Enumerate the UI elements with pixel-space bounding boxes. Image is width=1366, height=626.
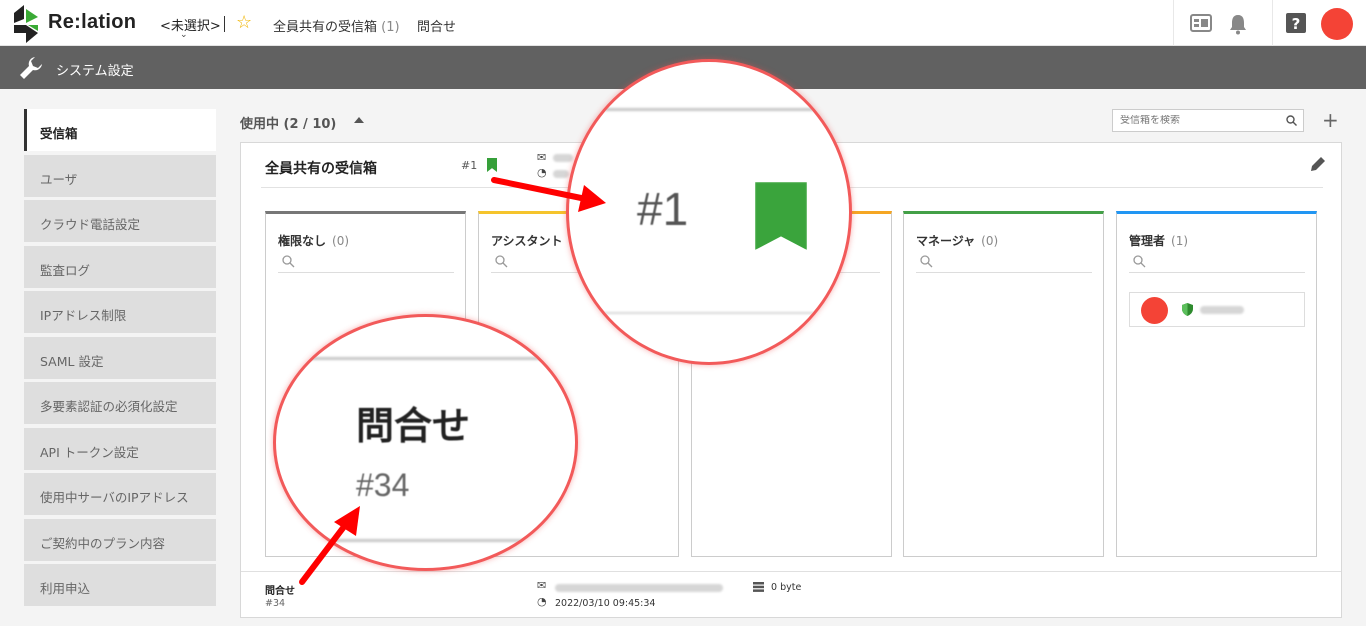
zoomed-inbox-number: #34 — [356, 467, 410, 503]
favorite-label: 問合せ — [417, 20, 457, 35]
search-icon — [495, 255, 508, 268]
sidebar-item-plan[interactable]: ご契約中のプラン内容 — [24, 518, 216, 561]
collapse-caret-icon[interactable] — [354, 117, 364, 123]
help-icon: ? — [1286, 13, 1306, 33]
logo-text[interactable]: Re:lation — [48, 11, 136, 34]
storage-size: 0 byte — [771, 582, 802, 593]
divider — [224, 16, 225, 32]
inbox-number: #34 — [265, 598, 286, 609]
zoom-divider — [569, 312, 849, 314]
role-search-field[interactable] — [278, 252, 454, 273]
relation-logo-icon — [14, 5, 38, 43]
blurred-email — [553, 154, 573, 162]
sidebar-item-mfa[interactable]: 多要素認証の必須化設定 — [24, 382, 216, 424]
sidebar-item-cloud-phone[interactable]: クラウド電話設定 — [24, 200, 216, 242]
role-column-admin: 管理者 (1) — [1116, 211, 1317, 557]
inbox-search-input[interactable] — [1120, 115, 1280, 126]
add-inbox-button[interactable]: + — [1322, 108, 1339, 132]
sidebar-item-api-token[interactable]: API トークン設定 — [24, 427, 216, 470]
role-search-field[interactable] — [916, 252, 1092, 273]
search-icon — [1133, 255, 1146, 268]
search-icon[interactable] — [1286, 115, 1297, 126]
sidebar-item-server-ip[interactable]: 使用中サーバのIPアドレス — [24, 473, 216, 515]
blurred-email — [555, 584, 723, 592]
wrench-icon — [20, 57, 42, 79]
sidebar-item-saml[interactable]: SAML 設定 — [24, 336, 216, 379]
widget-button[interactable] — [1173, 0, 1217, 46]
arrow-right-icon — [491, 177, 606, 212]
search-icon — [282, 255, 295, 268]
zoom-callout-number: #1 — [566, 59, 852, 365]
zoom-divider — [276, 357, 575, 360]
role-search-field[interactable] — [1129, 252, 1305, 273]
page-title: システム設定 — [56, 64, 134, 79]
role-name: 権限なし — [278, 234, 327, 248]
clock-icon: ◔ — [537, 595, 547, 608]
storage-icon — [753, 582, 764, 592]
edit-pencil-icon[interactable] — [1309, 155, 1327, 173]
favorite-count: (1) — [381, 20, 400, 35]
svg-text:?: ? — [1292, 15, 1301, 33]
inbox-title[interactable]: 問合せ — [265, 582, 295, 597]
mail-icon: ✉ — [537, 151, 547, 164]
member-card[interactable] — [1129, 292, 1305, 327]
role-name: 管理者 — [1129, 234, 1166, 248]
inbox-row-inquiry[interactable]: 問合せ #34 ✉ ◔ 2022/03/10 09:45:34 0 byte — [241, 571, 1341, 618]
inbox-search[interactable] — [1112, 109, 1304, 132]
sidebar-item-ip-restriction[interactable]: IPアドレス制限 — [24, 291, 216, 333]
settings-sidebar: 受信箱 ユーザ クラウド電話設定 監査ログ IPアドレス制限 SAML 設定 多… — [24, 109, 216, 610]
inbox-selector[interactable]: <未選択> — [160, 15, 221, 34]
favorite-inbox-all[interactable]: 全員共有の受信箱 (1) — [273, 16, 400, 35]
sidebar-item-users[interactable]: ユーザ — [24, 154, 216, 197]
user-avatar[interactable] — [1321, 8, 1353, 40]
bell-icon[interactable] — [1228, 13, 1248, 35]
role-count: (0) — [332, 234, 350, 248]
blurred-member-name — [1200, 306, 1244, 314]
mail-icon: ✉ — [537, 579, 547, 592]
sidebar-item-audit-log[interactable]: 監査ログ — [24, 245, 216, 288]
shield-icon — [1182, 303, 1193, 316]
role-name: アシスタント — [491, 234, 563, 248]
top-bar: Re:lation <未選択> ⌄ ☆ 全員共有の受信箱 (1) 問合せ ? — [0, 0, 1366, 46]
widget-icon — [1190, 14, 1212, 32]
zoomed-bookmark-icon — [755, 182, 807, 250]
avatar — [1141, 297, 1168, 324]
favorite-label: 全員共有の受信箱 — [273, 20, 378, 35]
zoom-divider — [569, 108, 849, 111]
search-icon — [920, 255, 933, 268]
bookmark-icon — [487, 158, 497, 172]
role-count: (0) — [981, 234, 999, 248]
role-name: マネージャ — [916, 234, 976, 248]
inbox-number: #1 — [461, 159, 478, 172]
chevron-down-icon[interactable]: ⌄ — [180, 30, 188, 40]
sidebar-item-inbox[interactable]: 受信箱 — [24, 109, 216, 151]
role-count: (1) — [1171, 234, 1189, 248]
in-use-count: 使用中 (2 / 10) — [240, 117, 337, 132]
star-icon[interactable]: ☆ — [236, 12, 252, 33]
zoomed-inbox-title: 問合せ — [356, 404, 471, 448]
inbox-title[interactable]: 全員共有の受信箱 — [265, 158, 377, 178]
zoomed-inbox-number: #1 — [637, 183, 689, 235]
help-button[interactable]: ? — [1272, 0, 1316, 46]
sidebar-item-apply[interactable]: 利用申込 — [24, 564, 216, 606]
role-column-manager: マネージャ (0) — [903, 211, 1104, 557]
last-updated: 2022/03/10 09:45:34 — [555, 598, 656, 609]
favorite-inbox-inquiry[interactable]: 問合せ — [417, 16, 456, 35]
arrow-up-icon — [299, 506, 360, 585]
